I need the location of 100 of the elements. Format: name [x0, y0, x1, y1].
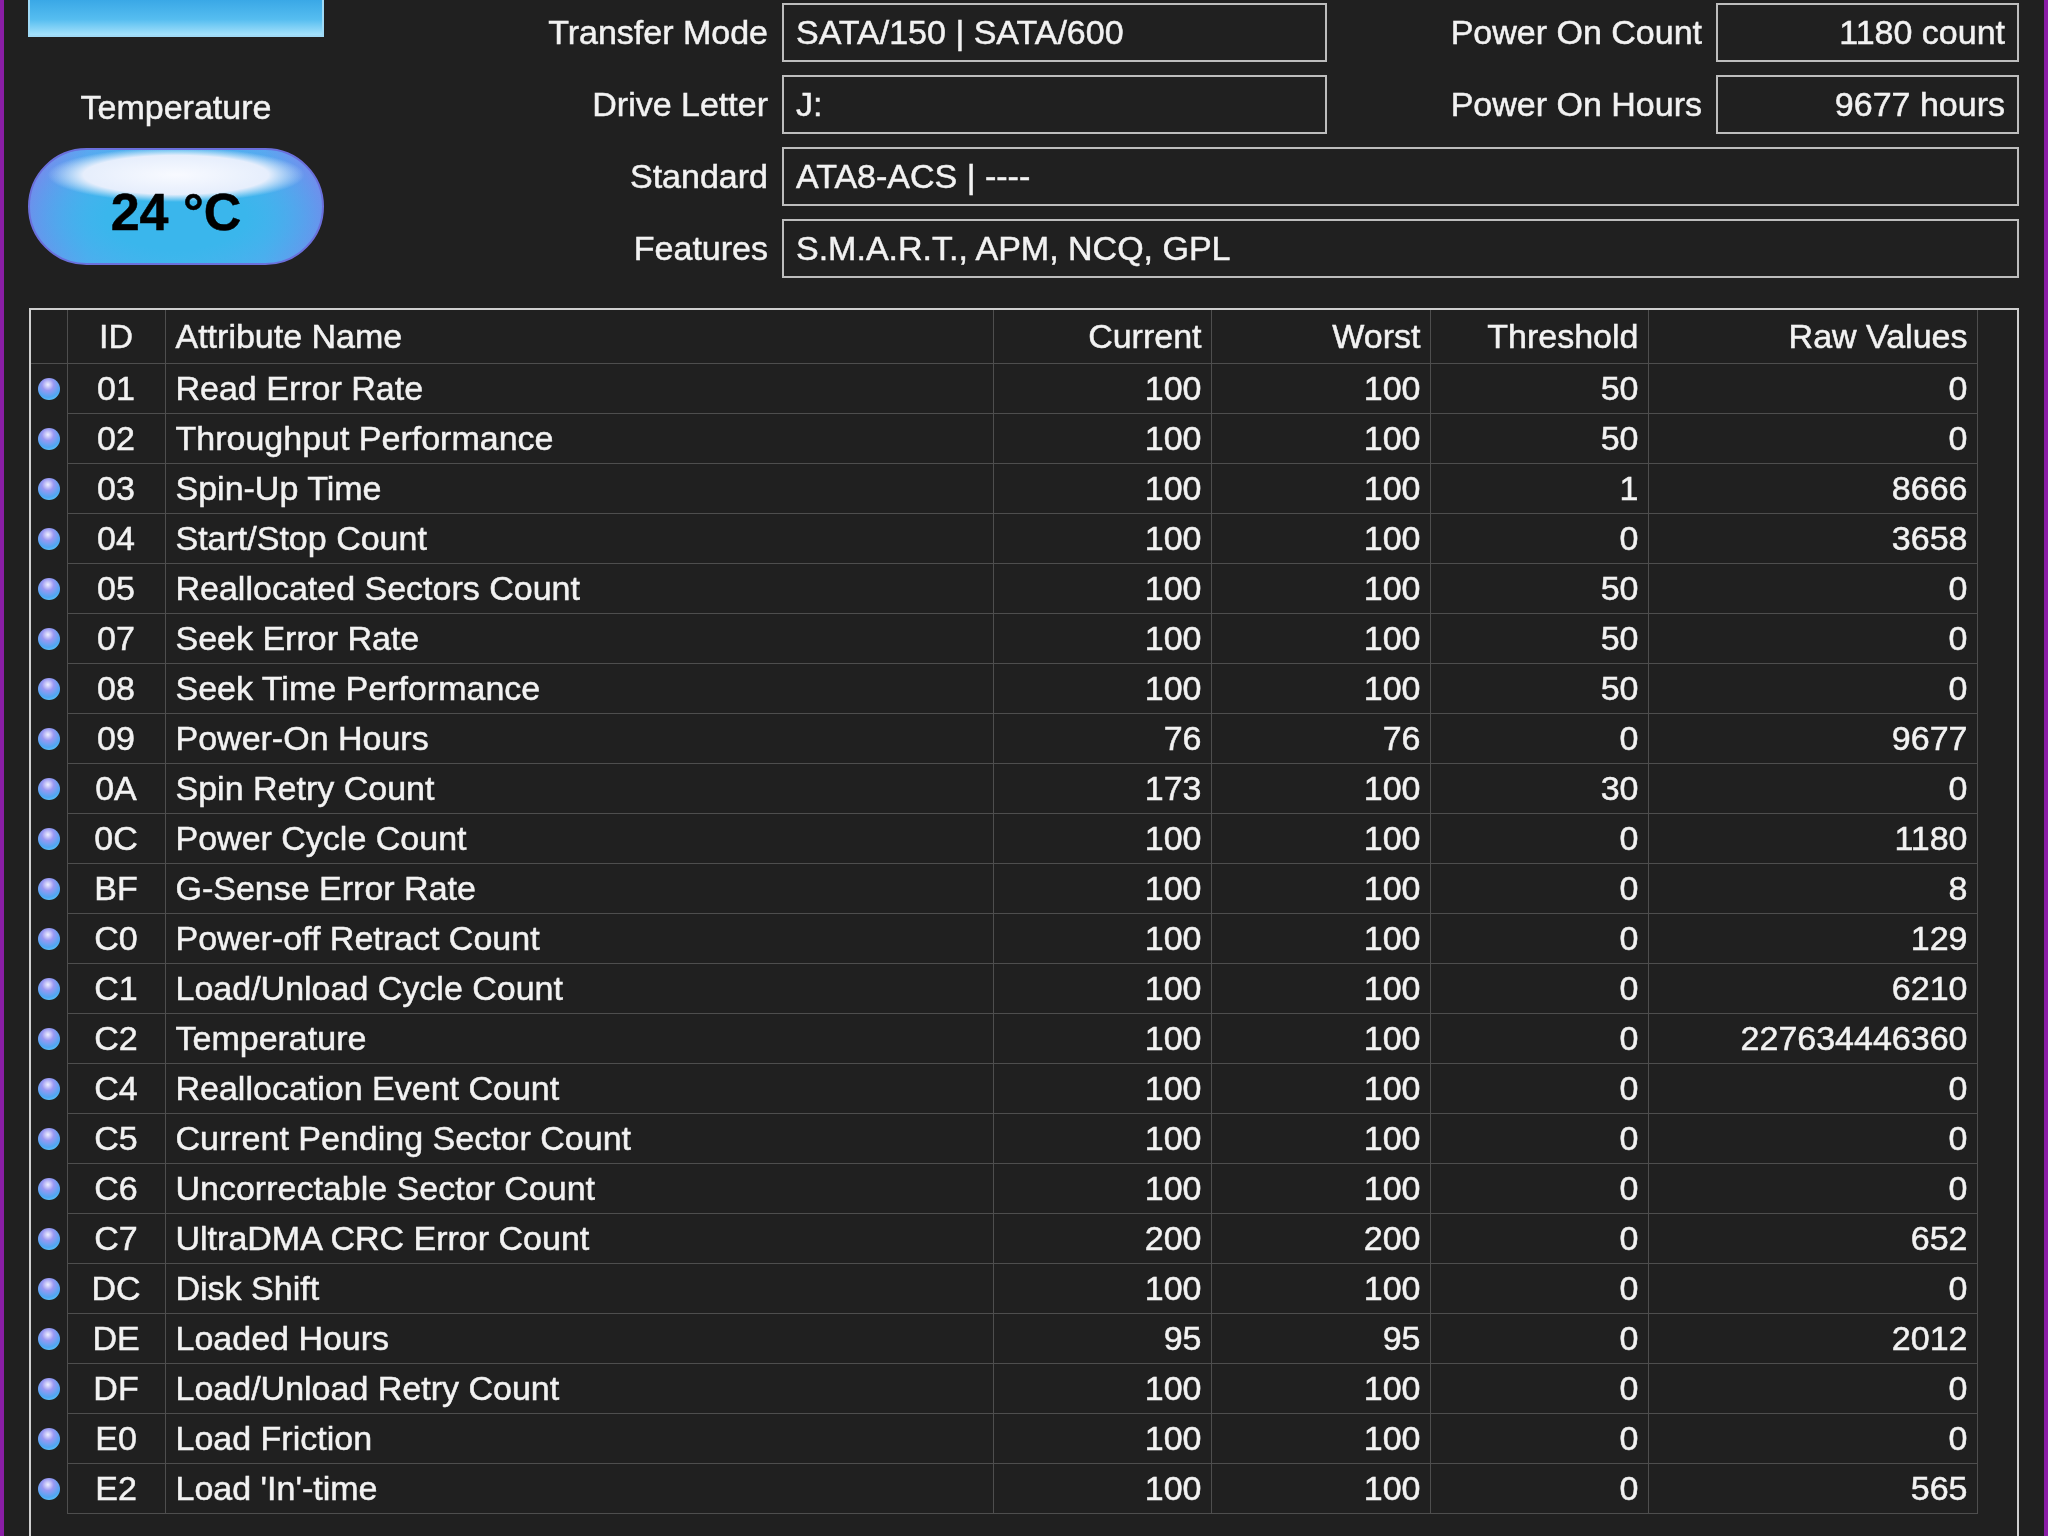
status-dot-icon: [37, 428, 60, 450]
status-dot-icon: [37, 578, 60, 600]
column-header: ID: [67, 310, 165, 364]
table-cell: 100: [993, 913, 1211, 964]
table-cell: 76: [993, 713, 1211, 764]
status-dot-icon: [37, 1028, 60, 1050]
table-cell: 07: [67, 613, 165, 664]
table-cell: 100: [1211, 1413, 1430, 1464]
table-cell: Current Pending Sector Count: [165, 1113, 993, 1164]
table-cell: Load/Unload Cycle Count: [165, 963, 993, 1014]
status-dot-icon: [37, 1428, 60, 1450]
status-dot-icon: [37, 978, 60, 1000]
text-field[interactable]: ATA8-ACS | ----: [782, 147, 2019, 206]
table-cell: 100: [993, 1063, 1211, 1114]
table-cell: G-Sense Error Rate: [165, 863, 993, 914]
table-cell: 0: [1648, 1363, 1977, 1414]
status-dot-icon: [37, 678, 60, 700]
status-dot-icon: [37, 1328, 60, 1350]
table-cell: 100: [993, 1363, 1211, 1414]
table-cell: 6210: [1648, 963, 1977, 1014]
table-cell: 100: [1211, 1013, 1430, 1064]
table-cell: 100: [993, 1163, 1211, 1214]
table-cell: C0: [67, 913, 165, 964]
table-cell: 0: [1430, 1263, 1648, 1314]
column-header: Threshold: [1430, 310, 1648, 364]
table-cell: 0: [1648, 763, 1977, 814]
table-cell: 100: [993, 863, 1211, 914]
table-cell: 100: [1211, 413, 1430, 464]
temperature-label: Temperature: [80, 87, 272, 127]
table-cell: 100: [1211, 813, 1430, 864]
table-cell: 95: [993, 1313, 1211, 1364]
text-field[interactable]: S.M.A.R.T., APM, NCQ, GPL: [782, 219, 2019, 278]
table-cell: 100: [1211, 1263, 1430, 1314]
status-dot-icon: [37, 728, 60, 750]
table-cell: Spin Retry Count: [165, 763, 993, 814]
table-cell: Temperature: [165, 1013, 993, 1064]
table-cell: BF: [67, 863, 165, 914]
status-dot-icon: [37, 928, 60, 950]
field-label: Drive Letter: [592, 85, 768, 124]
table-cell: 0: [1430, 963, 1648, 1014]
table-cell: 100: [993, 463, 1211, 514]
table-cell: 100: [1211, 513, 1430, 564]
table-cell: 100: [1211, 863, 1430, 914]
table-cell: 0: [1430, 713, 1648, 764]
table-cell: Reallocated Sectors Count: [165, 563, 993, 614]
status-dot-icon: [37, 1228, 60, 1250]
field-label: Standard: [630, 157, 768, 196]
table-cell: 03: [67, 463, 165, 514]
table-cell: 0: [1430, 1413, 1648, 1464]
table-cell: 100: [1211, 463, 1430, 514]
table-cell: 100: [993, 663, 1211, 714]
table-cell: 0: [1430, 813, 1648, 864]
status-dot-icon: [37, 378, 60, 401]
table-cell: 0: [1430, 1113, 1648, 1164]
table-cell: 100: [993, 413, 1211, 464]
status-dot-icon: [37, 1128, 60, 1150]
table-cell: C1: [67, 963, 165, 1014]
table-cell: 100: [993, 613, 1211, 664]
status-dot-icon: [37, 1278, 60, 1300]
table-cell: 02: [67, 413, 165, 464]
table-cell: Start/Stop Count: [165, 513, 993, 564]
table-cell: 100: [993, 1013, 1211, 1064]
table-cell: 100: [993, 1263, 1211, 1314]
table-cell: 04: [67, 513, 165, 564]
table-cell: 0: [1430, 1013, 1648, 1064]
table-cell: DF: [67, 1363, 165, 1414]
table-cell: 227634446360: [1648, 1013, 1977, 1064]
table-cell: 09: [67, 713, 165, 764]
table-cell: Disk Shift: [165, 1263, 993, 1314]
table-cell: Load/Unload Retry Count: [165, 1363, 993, 1414]
table-cell: C5: [67, 1113, 165, 1164]
text-field[interactable]: J:: [782, 75, 1327, 134]
column-header: Current: [993, 310, 1211, 364]
table-cell: 100: [1211, 963, 1430, 1014]
table-cell: 8: [1648, 863, 1977, 914]
table-cell: 50: [1430, 663, 1648, 714]
table-cell: 565: [1648, 1463, 1977, 1514]
text-field[interactable]: SATA/150 | SATA/600: [782, 3, 1327, 62]
table-cell: 8666: [1648, 463, 1977, 514]
table-cell: 100: [1211, 1113, 1430, 1164]
table-cell: 200: [993, 1213, 1211, 1264]
status-dot-icon: [37, 1378, 60, 1400]
table-cell: 0: [1648, 663, 1977, 714]
text-field[interactable]: 9677 hours: [1716, 75, 2019, 134]
table-cell: 05: [67, 563, 165, 614]
temperature-display: 24 °C: [28, 148, 324, 265]
status-dot-icon: [37, 878, 60, 900]
table-cell: 0C: [67, 813, 165, 864]
table-cell: 100: [1211, 663, 1430, 714]
field-label: Features: [633, 229, 768, 268]
table-cell: C4: [67, 1063, 165, 1114]
column-header: Raw Values: [1648, 310, 1977, 364]
table-cell: 1180: [1648, 813, 1977, 864]
table-cell: 0: [1648, 563, 1977, 614]
table-cell: Uncorrectable Sector Count: [165, 1163, 993, 1214]
table-cell: Throughput Performance: [165, 413, 993, 464]
text-field[interactable]: 1180 count: [1716, 3, 2019, 62]
field-label: Power On Hours: [1450, 85, 1702, 124]
status-dot-icon: [37, 478, 60, 500]
status-dot-icon: [37, 778, 60, 800]
